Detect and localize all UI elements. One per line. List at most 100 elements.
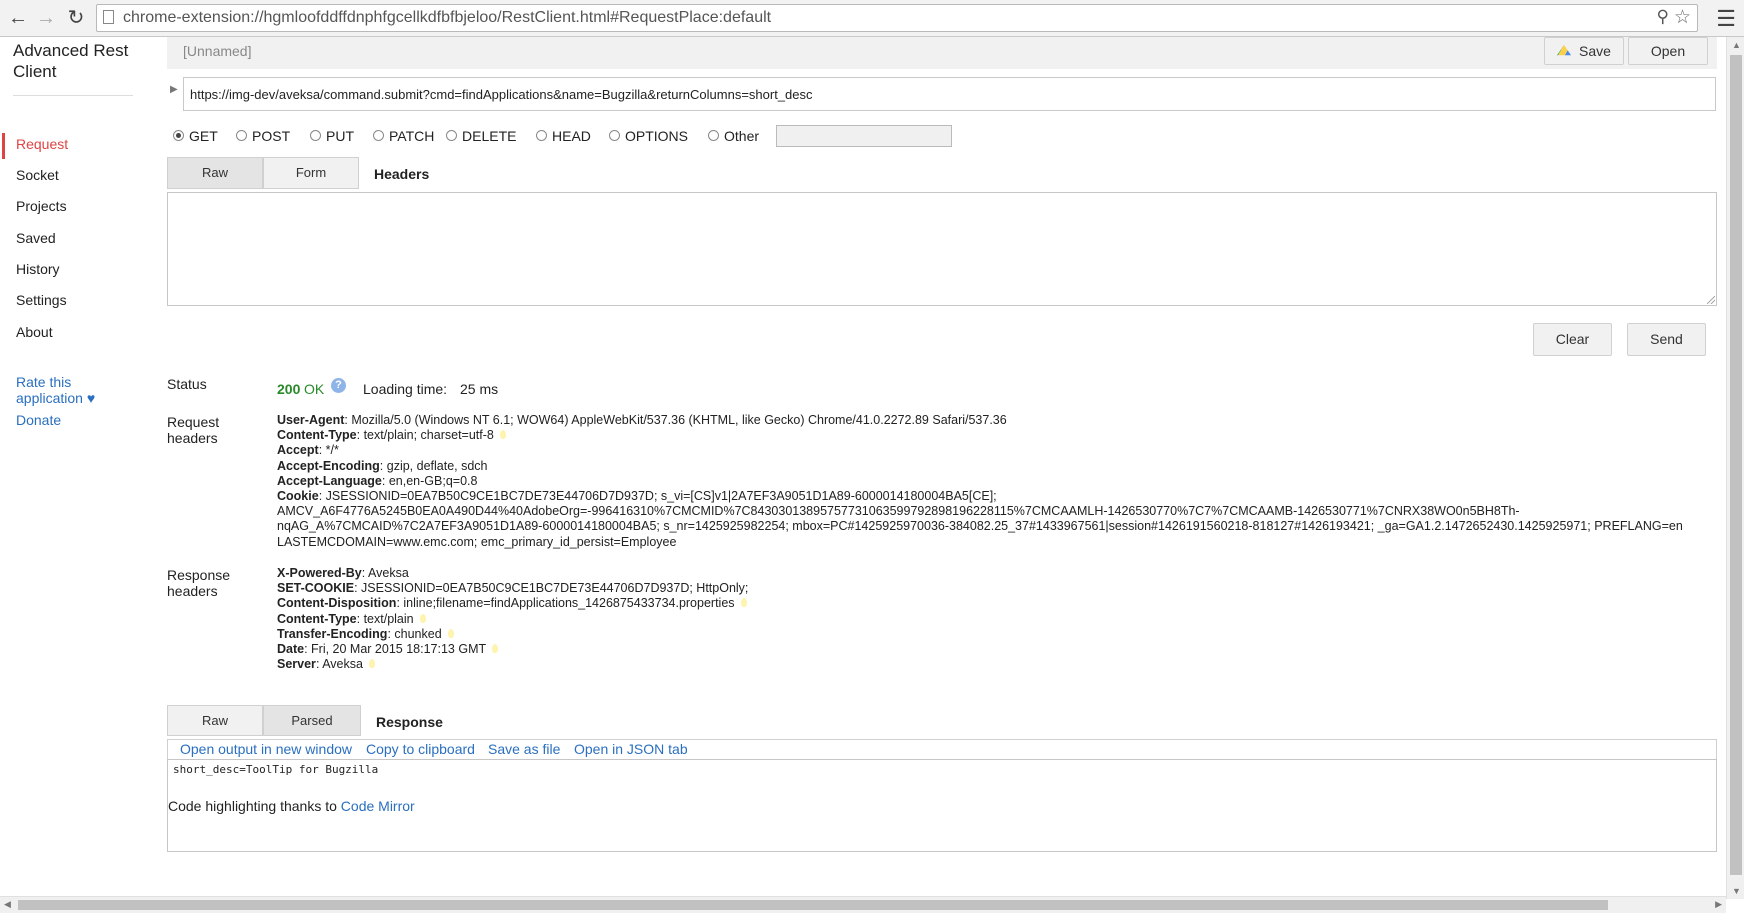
scroll-up-icon[interactable]: ▲ [1732, 40, 1741, 50]
sidebar-item-request[interactable]: Request [16, 136, 68, 152]
header-row: SET-COOKIE: JSESSIONID=0EA7B50C9CE1BC7DE… [277, 581, 1727, 596]
save-file-link[interactable]: Save as file [488, 741, 560, 757]
radio-icon[interactable] [236, 130, 247, 141]
sidebar-item-history[interactable]: History [16, 261, 60, 277]
request-headers-list: User-Agent: Mozilla/5.0 (Windows NT 6.1;… [277, 413, 1727, 550]
code-mirror-link[interactable]: Code Mirror [341, 798, 415, 814]
status-label: Status [167, 376, 207, 392]
browser-toolbar: ← → ↻ chrome-extension://hgmloofddffdnph… [0, 0, 1744, 37]
radio-icon[interactable] [173, 130, 184, 141]
header-name: X-Powered-By [277, 566, 362, 580]
scroll-right-icon[interactable]: ▶ [1715, 899, 1722, 910]
method-options[interactable]: OPTIONS [609, 128, 688, 144]
copy-clipboard-link[interactable]: Copy to clipboard [366, 741, 475, 757]
method-delete[interactable]: DELETE [446, 128, 516, 144]
hint-bulb-icon[interactable] [499, 430, 506, 440]
url-expand-icon[interactable]: ▶ [170, 84, 178, 95]
header-row: Content-Type: text/plain [277, 612, 1727, 627]
save-button[interactable]: Save [1544, 37, 1624, 65]
send-button[interactable]: Send [1627, 323, 1706, 356]
method-put[interactable]: PUT [310, 128, 354, 144]
app-title: Advanced Rest Client [13, 41, 129, 81]
method-label: PATCH [389, 128, 435, 144]
header-value: : Mozilla/5.0 (Windows NT 6.1; WOW64) Ap… [344, 413, 1007, 427]
bookmark-star-icon[interactable]: ☆ [1674, 6, 1691, 29]
resize-handle[interactable] [1707, 296, 1715, 304]
save-label: Save [1579, 43, 1611, 59]
response-body[interactable]: short_desc=ToolTip for Bugzilla Code hig… [167, 759, 1717, 852]
headers-textarea[interactable] [167, 192, 1717, 306]
address-url[interactable]: chrome-extension://hgmloofddffdnphfgcell… [123, 9, 771, 27]
chrome-menu-icon[interactable]: ☰ [1716, 6, 1736, 32]
open-json-tab-link[interactable]: Open in JSON tab [574, 741, 688, 757]
cookie-continuation: nqAG_A%7CMCAID%7C2A7EF3A9051D1A89-600001… [277, 519, 1683, 534]
sidebar-item-about[interactable]: About [16, 324, 53, 340]
method-label: HEAD [552, 128, 591, 144]
vertical-scroll-thumb[interactable] [1730, 55, 1742, 875]
credit-text: Code highlighting thanks to [168, 798, 341, 814]
method-head[interactable]: HEAD [536, 128, 591, 144]
header-name: User-Agent [277, 413, 345, 427]
page-icon [103, 10, 114, 24]
response-code: short_desc=ToolTip for Bugzilla [173, 763, 379, 776]
open-new-window-link[interactable]: Open output in new window [180, 741, 352, 757]
hint-bulb-icon[interactable] [419, 613, 426, 623]
radio-icon[interactable] [373, 130, 384, 141]
scroll-down-icon[interactable]: ▼ [1732, 886, 1741, 896]
radio-icon[interactable] [310, 130, 321, 141]
method-get[interactable]: GET [173, 128, 218, 144]
forward-icon[interactable]: → [34, 6, 58, 30]
hint-bulb-icon[interactable] [368, 659, 375, 669]
header-name: SET-COOKIE [277, 581, 355, 596]
sidebar-item-saved[interactable]: Saved [16, 230, 56, 246]
sidebar-item-settings[interactable]: Settings [16, 292, 67, 308]
donate-link[interactable]: Donate [16, 412, 61, 428]
method-label: DELETE [462, 128, 517, 144]
header-row: Server: Aveksa [277, 657, 1727, 672]
response-headers-label: Response headers [167, 567, 231, 599]
header-row: Accept-Encoding: gzip, deflate, sdch [277, 459, 1727, 474]
radio-icon[interactable] [446, 130, 457, 141]
address-bar[interactable]: chrome-extension://hgmloofddffdnphfgcell… [96, 4, 1698, 32]
zoom-icon[interactable]: ⚲ [1657, 7, 1669, 27]
method-other[interactable]: Other [708, 128, 759, 144]
sidebar-item-socket[interactable]: Socket [16, 167, 59, 183]
response-title: Response [376, 714, 443, 730]
method-patch[interactable]: PATCH [373, 128, 434, 144]
method-label: PUT [326, 128, 354, 144]
sidebar-item-projects[interactable]: Projects [16, 198, 67, 214]
reload-icon[interactable]: ↻ [64, 6, 88, 30]
hint-bulb-icon[interactable] [447, 628, 454, 638]
horizontal-scrollbar[interactable]: ◀ ▶ [0, 896, 1726, 913]
header-name: Accept [277, 443, 319, 458]
header-row: Transfer-Encoding: chunked [277, 627, 1727, 642]
header-value: : text/plain; charset=utf-8 [356, 428, 494, 443]
other-method-input[interactable] [776, 125, 952, 147]
radio-icon[interactable] [609, 130, 620, 141]
open-button[interactable]: Open [1628, 37, 1708, 65]
rate-app-link[interactable]: Rate this application ♥ [16, 374, 116, 406]
horizontal-scroll-thumb[interactable] [18, 900, 1608, 910]
vertical-scrollbar[interactable]: ▲ ▼ [1726, 37, 1744, 899]
tab-headers-raw[interactable]: Raw [167, 157, 263, 189]
cookie-continuation: AMCV_A6F4776A5245B0EA0A490D44%40AdobeOrg… [277, 504, 1520, 519]
loading-time-label: Loading time: [363, 381, 448, 397]
header-row: Content-Disposition: inline;filename=fin… [277, 596, 1727, 611]
clear-button[interactable]: Clear [1533, 323, 1612, 356]
hint-bulb-icon[interactable] [492, 644, 499, 654]
radio-icon[interactable] [708, 130, 719, 141]
hint-bulb-icon[interactable] [740, 598, 747, 608]
request-name[interactable]: [Unnamed] [183, 43, 251, 59]
method-post[interactable]: POST [236, 128, 290, 144]
url-input[interactable]: https://img-dev/aveksa/command.submit?cm… [183, 77, 1716, 111]
tab-response-raw[interactable]: Raw [167, 705, 263, 736]
back-icon[interactable]: ← [6, 6, 30, 30]
radio-icon[interactable] [536, 130, 547, 141]
tab-response-parsed[interactable]: Parsed [263, 705, 361, 736]
scroll-left-icon[interactable]: ◀ [4, 899, 11, 910]
header-value: : Aveksa [361, 566, 409, 580]
help-icon[interactable]: ? [331, 378, 346, 393]
sidebar: Advanced Rest Client Request Socket Proj… [0, 37, 150, 887]
header-row: Date: Fri, 20 Mar 2015 18:17:13 GMT [277, 642, 1727, 657]
tab-headers-form[interactable]: Form [263, 157, 359, 189]
